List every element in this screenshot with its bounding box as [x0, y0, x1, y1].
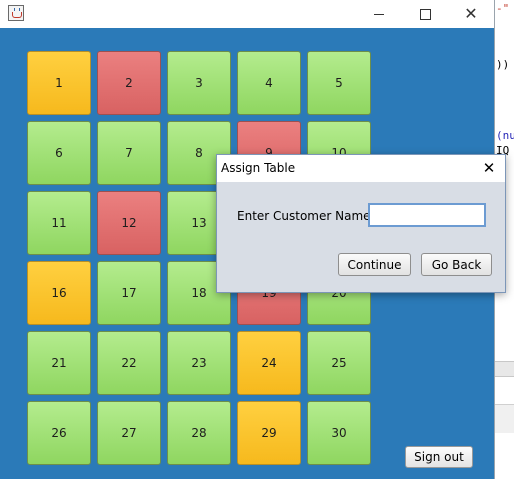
close-icon: ✕ [482, 159, 496, 177]
table-button-2[interactable]: 2 [97, 51, 161, 115]
table-button-17[interactable]: 17 [97, 261, 161, 325]
maximize-button[interactable] [402, 0, 448, 28]
table-button-25[interactable]: 25 [307, 331, 371, 395]
title-bar: ✕ [0, 0, 494, 28]
dialog-title-bar: Assign Table ✕ [217, 155, 505, 182]
sign-out-button[interactable]: Sign out [405, 446, 473, 468]
table-button-5[interactable]: 5 [307, 51, 371, 115]
table-button-29[interactable]: 29 [237, 401, 301, 465]
table-button-6[interactable]: 6 [27, 121, 91, 185]
dialog-title: Assign Table [221, 161, 296, 175]
close-icon: ✕ [464, 4, 478, 23]
table-button-1[interactable]: 1 [27, 51, 91, 115]
minimize-button[interactable] [356, 0, 402, 28]
minimize-icon [374, 13, 384, 15]
code-fragment: (nu [496, 129, 514, 142]
table-button-12[interactable]: 12 [97, 191, 161, 255]
customer-name-label: Enter Customer Name [237, 209, 371, 223]
maximize-icon [419, 8, 431, 20]
dialog-close-button[interactable]: ✕ [479, 158, 499, 178]
table-button-28[interactable]: 28 [167, 401, 231, 465]
go-back-button[interactable]: Go Back [421, 253, 492, 276]
table-button-4[interactable]: 4 [237, 51, 301, 115]
table-button-7[interactable]: 7 [97, 121, 161, 185]
table-button-21[interactable]: 21 [27, 331, 91, 395]
code-fragment: )) [496, 58, 510, 71]
customer-name-input[interactable] [368, 203, 486, 227]
code-fragment: -" [496, 2, 510, 15]
table-button-11[interactable]: 11 [27, 191, 91, 255]
table-button-16[interactable]: 16 [27, 261, 91, 325]
close-button[interactable]: ✕ [448, 0, 494, 28]
table-button-23[interactable]: 23 [167, 331, 231, 395]
table-button-27[interactable]: 27 [97, 401, 161, 465]
table-button-3[interactable]: 3 [167, 51, 231, 115]
ide-panel-divider [494, 404, 514, 433]
java-app-icon [8, 5, 24, 21]
assign-table-dialog: Assign Table ✕ Enter Customer Name Conti… [216, 154, 506, 293]
table-button-24[interactable]: 24 [237, 331, 301, 395]
ide-panel-divider [494, 361, 514, 377]
table-button-26[interactable]: 26 [27, 401, 91, 465]
continue-button[interactable]: Continue [338, 253, 411, 276]
table-button-30[interactable]: 30 [307, 401, 371, 465]
table-button-22[interactable]: 22 [97, 331, 161, 395]
